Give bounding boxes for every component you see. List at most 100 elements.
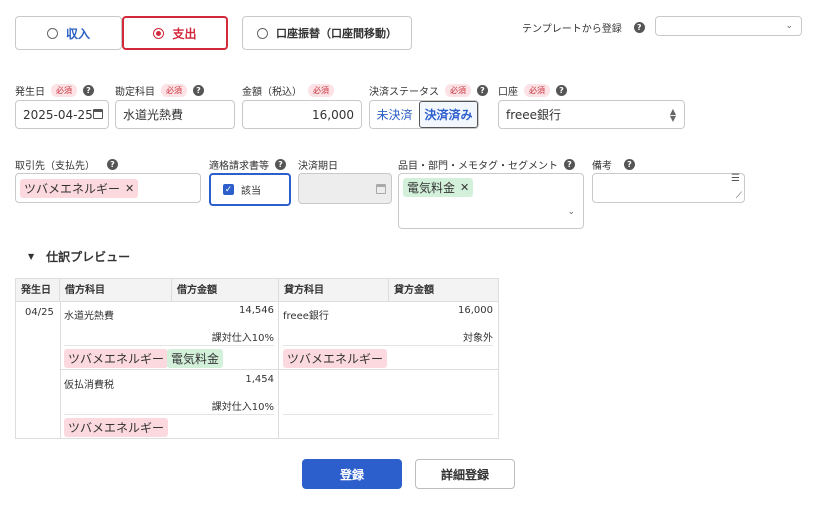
header-debit-amount: 借方金額 — [172, 279, 279, 302]
settlement-status-label: 決済ステータス — [369, 87, 439, 98]
amount-value: 16,000 — [312, 107, 354, 122]
due-date-label: 決済期日 — [298, 161, 338, 172]
row1-debit-tax: 課対仕入10% — [211, 333, 274, 344]
divider — [60, 369, 499, 370]
partner-tag: ツバメエネルギー ✕ — [20, 178, 139, 198]
income-radio — [46, 27, 58, 39]
transfer-toggle[interactable]: 口座振替（口座間移動） — [242, 16, 412, 50]
required-badge: 必須 — [445, 84, 471, 97]
transfer-radio — [257, 27, 268, 39]
wallet-select[interactable]: freee銀行 ▲ ▼ — [498, 100, 685, 129]
unsettled-option[interactable]: 未決済 — [370, 101, 419, 128]
preview-toggle[interactable]: ▼ 仕訳プレビュー — [28, 248, 130, 265]
row1-debit-partner-tag: ツバメエネルギー — [64, 349, 169, 368]
row2-debit-account: 仮払消費税 — [64, 380, 114, 391]
header-debit-account: 借方科目 — [60, 279, 172, 302]
chevron-down-icon[interactable]: ⌄ — [567, 207, 575, 217]
amount-label: 金額（税込） — [242, 87, 302, 98]
account-item-label-row: 勘定科目 必須 ? — [115, 83, 204, 98]
income-label: 収入 — [65, 26, 90, 41]
income-toggle[interactable]: 収入 — [15, 16, 122, 50]
account-item-input[interactable]: 水道光熱費 — [115, 100, 235, 129]
table-header: 発生日 借方科目 借方金額 貸方科目 貸方金額 — [16, 279, 498, 302]
qualified-invoice-label-row: 適格請求書等 ? — [209, 157, 286, 172]
due-date-label-row: 決済期日 — [298, 157, 338, 172]
amount-input[interactable]: 16,000 — [242, 100, 362, 129]
qualified-invoice-box[interactable]: ✓ 該当 — [209, 173, 291, 206]
required-badge: 必須 — [524, 84, 550, 97]
issue-date-value: 2025-04-25 — [23, 107, 93, 122]
expense-toggle[interactable]: 支出 — [122, 16, 228, 50]
segments-label: 品目・部門・メモタグ・セグメント — [398, 161, 558, 172]
help-icon[interactable]: ? — [83, 85, 94, 96]
menu-icon[interactable]: ☰ — [731, 174, 740, 184]
memo-label-row: 備考 ? — [592, 157, 635, 172]
settled-option[interactable]: 決済済み — [419, 101, 478, 128]
register-button[interactable]: 登録 — [302, 459, 402, 489]
calendar-icon — [376, 184, 386, 194]
segment-tag: 電気料金 ✕ — [403, 178, 474, 197]
settlement-status-segmented: 未決済 決済済み — [369, 100, 479, 129]
chevron-updown-icon: ▲ ▼ — [669, 106, 676, 123]
partner-label-row: 取引先（支払先） ? — [15, 157, 118, 172]
help-icon[interactable]: ? — [107, 159, 118, 170]
template-label: テンプレートから登録 — [522, 24, 622, 35]
partner-tag-label: ツバメエネルギー — [24, 181, 121, 196]
divider — [283, 345, 493, 346]
remove-tag-icon[interactable]: ✕ — [460, 181, 469, 194]
transfer-label: 口座振替（口座間移動） — [276, 27, 397, 40]
journal-preview-table: 発生日 借方科目 借方金額 貸方科目 貸方金額 04/25 水道光熱費 14,5… — [15, 278, 499, 439]
header-credit-amount: 貸方金額 — [394, 285, 434, 296]
divider — [283, 414, 493, 415]
qualified-invoice-checkbox-label: 該当 — [241, 186, 261, 197]
wallet-label: 口座 — [498, 87, 518, 98]
help-icon[interactable]: ? — [193, 85, 204, 96]
due-date-input — [298, 173, 392, 204]
row2-debit-tax: 課対仕入10% — [211, 402, 274, 413]
chevron-down-icon: ⌄ — [785, 21, 793, 31]
expense-radio — [153, 27, 165, 39]
header-date: 発生日 — [16, 279, 60, 302]
issue-date-label-row: 発生日 必須 ? — [15, 83, 94, 98]
help-icon[interactable]: ? — [275, 159, 286, 170]
required-badge: 必須 — [51, 84, 77, 97]
row1-debit-account: 水道光熱費 — [64, 311, 114, 322]
caret-down-icon: ▼ — [28, 252, 35, 261]
calendar-icon[interactable] — [93, 109, 103, 119]
issue-date-input[interactable]: 2025-04-25 — [15, 100, 109, 129]
expense-label: 支出 — [172, 26, 197, 41]
row2-debit-partner-tag: ツバメエネルギー — [64, 418, 169, 437]
header-credit-account: 貸方科目 — [279, 279, 389, 302]
divider — [278, 302, 279, 439]
required-badge: 必須 — [308, 84, 334, 97]
help-icon[interactable]: ? — [564, 159, 575, 170]
divider — [60, 302, 61, 439]
account-item-value: 水道光熱費 — [123, 108, 184, 122]
detail-register-button[interactable]: 詳細登録 — [415, 459, 515, 489]
template-select[interactable]: ⌄ — [655, 16, 802, 36]
segments-input[interactable]: 電気料金 ✕ ⌄ — [398, 173, 584, 229]
resize-handle-icon[interactable]: ⟋ — [736, 191, 742, 201]
qualified-invoice-checkbox[interactable]: ✓ — [223, 184, 234, 195]
remove-tag-icon[interactable]: ✕ — [125, 182, 134, 195]
help-icon[interactable]: ? — [556, 85, 567, 96]
row1-credit-tax: 対象外 — [463, 333, 493, 344]
divider — [64, 414, 274, 415]
row1-debit-amount: 14,546 — [239, 305, 274, 316]
memo-label: 備考 — [592, 161, 612, 172]
help-icon[interactable]: ? — [477, 85, 488, 96]
preview-title: 仕訳プレビュー — [46, 250, 131, 264]
segments-label-row: 品目・部門・メモタグ・セグメント ? — [398, 157, 575, 172]
issue-date-label: 発生日 — [15, 87, 45, 98]
row-date: 04/25 — [25, 307, 54, 318]
help-icon[interactable]: ? — [633, 22, 645, 33]
help-icon[interactable]: ? — [624, 159, 635, 170]
template-label-row: テンプレートから登録 ? — [522, 20, 645, 35]
partner-input[interactable]: ツバメエネルギー ✕ — [15, 173, 201, 203]
required-badge: 必須 — [161, 84, 187, 97]
divider — [64, 345, 274, 346]
row1-credit-amount: 16,000 — [458, 305, 493, 316]
memo-textarea[interactable]: ☰ ⟋ — [592, 173, 745, 203]
row1-credit-account: freee銀行 — [283, 311, 329, 322]
amount-label-row: 金額（税込） 必須 — [242, 83, 334, 98]
